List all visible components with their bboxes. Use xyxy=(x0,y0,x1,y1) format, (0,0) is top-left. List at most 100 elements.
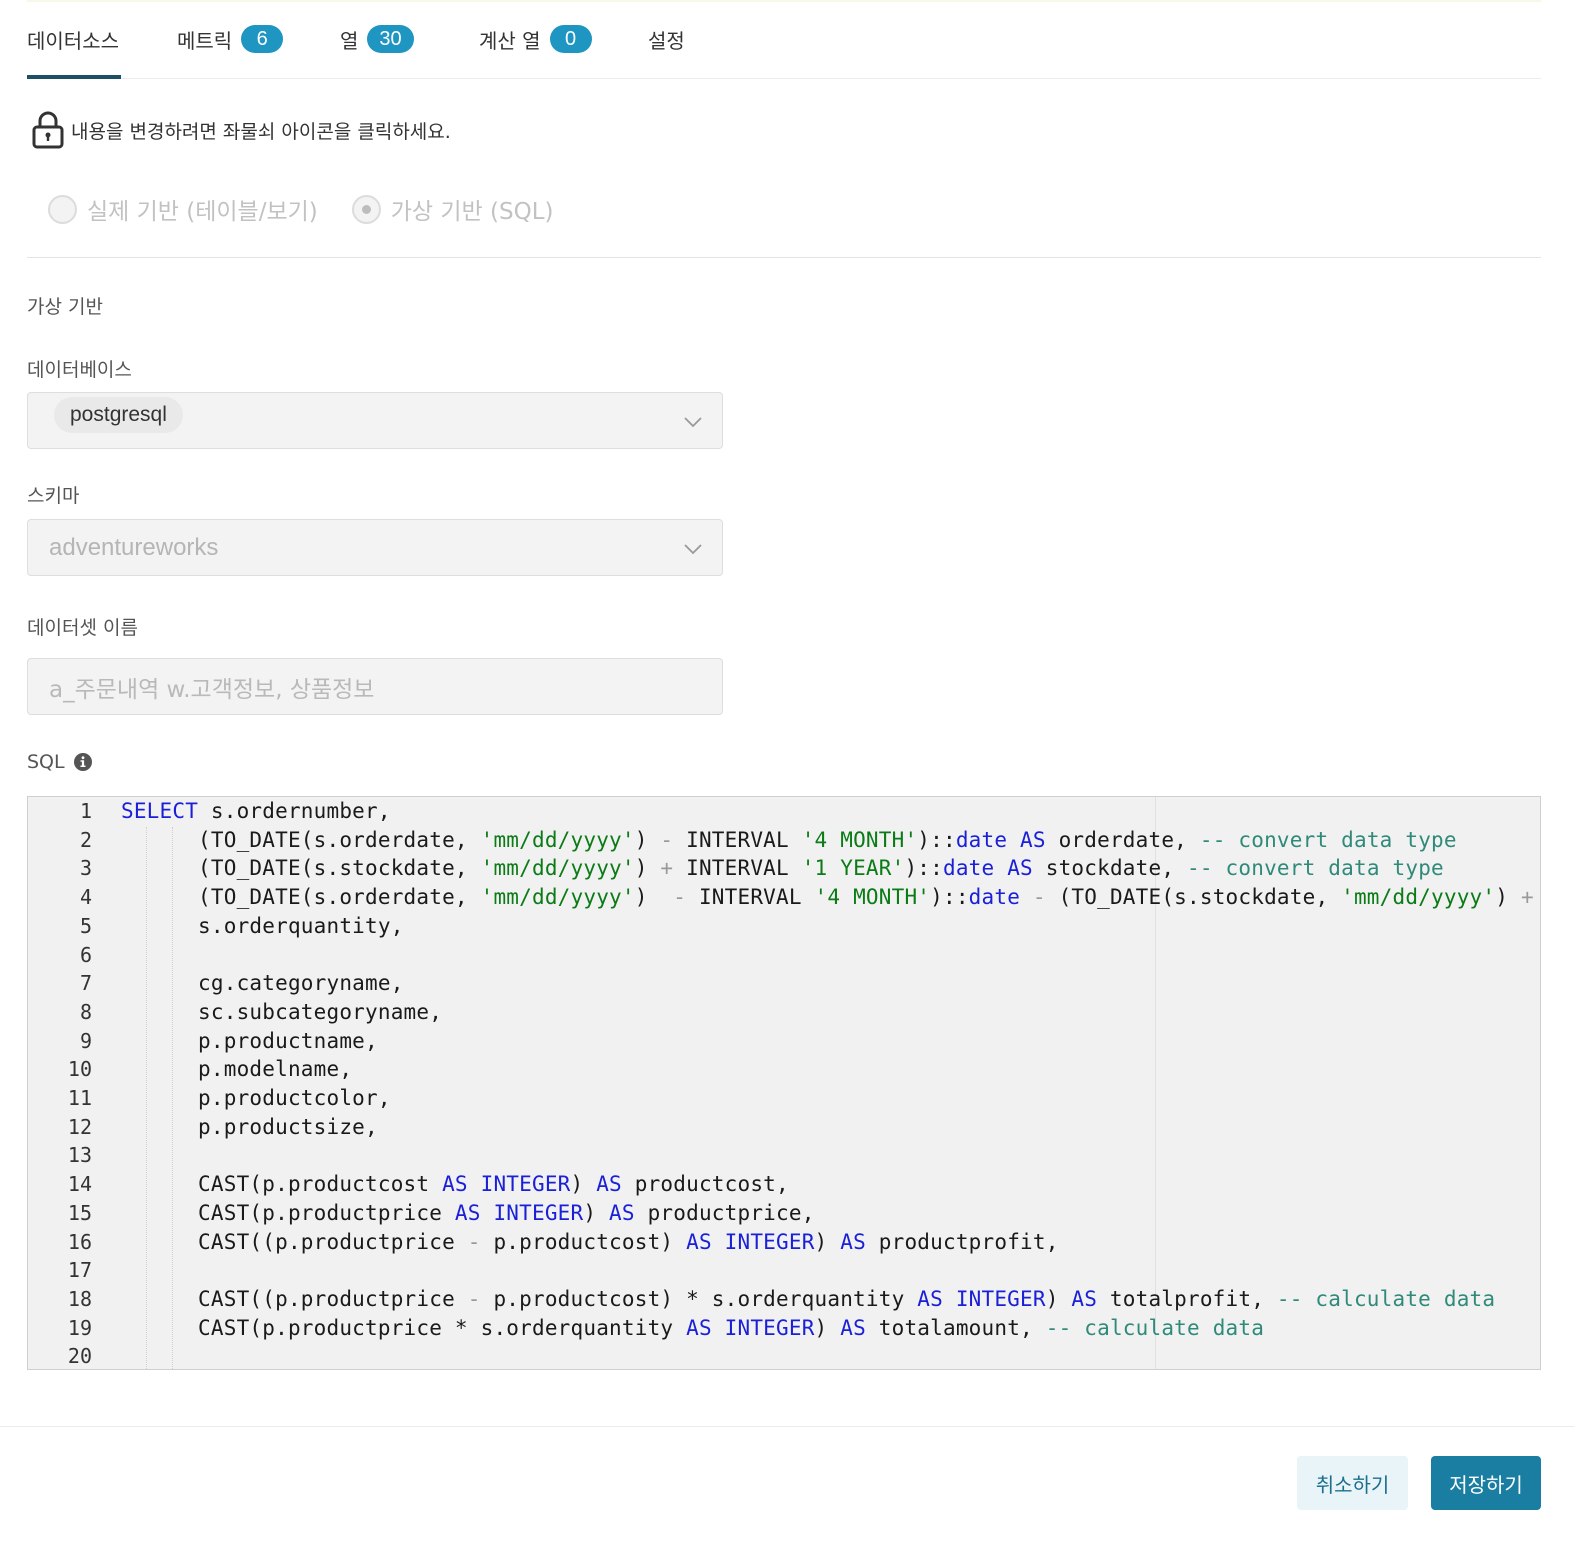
code-token: AS xyxy=(1007,856,1033,881)
code-token: productprofit, xyxy=(865,1229,1059,1254)
code-token: AS xyxy=(840,1315,866,1340)
cancel-button[interactable]: 취소하기 xyxy=(1297,1456,1408,1510)
tab-settings[interactable]: 설정 xyxy=(648,24,685,54)
code-token: -- convert data type xyxy=(1199,827,1457,852)
code-token: ):: xyxy=(917,827,956,852)
code-token: CAST(p.productprice * s.orderquantity xyxy=(121,1315,687,1340)
count-badge: 30 xyxy=(367,25,414,53)
code-token: ) xyxy=(634,885,674,910)
code-token: CAST(p.productcost xyxy=(121,1172,443,1197)
code-token: INTERVAL xyxy=(686,885,815,910)
code-token: productprice, xyxy=(634,1200,815,1225)
code-token: cg.categoryname, xyxy=(121,971,404,996)
code-line: p.productcolor, xyxy=(121,1086,391,1110)
tab-bar: 데이터소스 메트릭 6 열 30 계산 열 0 설정 xyxy=(27,0,1541,79)
code-token: CAST((p.productprice xyxy=(121,1229,468,1254)
code-token: AS xyxy=(1071,1286,1098,1311)
tab-metrics[interactable]: 메트릭 6 xyxy=(177,24,284,54)
code-token: - xyxy=(1032,885,1046,910)
code-line: SELECT s.ordernumber, xyxy=(121,799,391,823)
code-token: + xyxy=(1520,885,1534,910)
code-token: INTERVAL xyxy=(673,856,802,881)
code-token: (TO_DATE(s.stockdate, xyxy=(1045,885,1342,910)
code-token: ) xyxy=(1045,1286,1072,1311)
code-token: 'mm/dd/yyyy' xyxy=(480,885,635,910)
code-token: ) xyxy=(1495,885,1521,910)
dataset-name-label: 데이터셋 이름 xyxy=(27,617,138,639)
info-icon[interactable] xyxy=(73,753,92,771)
code-token: ) xyxy=(814,1315,841,1340)
radio-label: 가상 기반 (SQL) xyxy=(390,199,554,225)
code-line: cg.categoryname, xyxy=(121,971,404,995)
code-token: -- calculate data xyxy=(1045,1315,1265,1340)
code-token: date xyxy=(955,827,1008,852)
lock-notice: 내용을 변경하려면 좌물쇠 아이콘을 클릭하세요. xyxy=(31,110,451,150)
code-token: INTEGER xyxy=(493,1200,584,1225)
code-token: ) xyxy=(634,856,661,881)
save-button[interactable]: 저장하기 xyxy=(1431,1456,1541,1510)
code-token: stockdate, xyxy=(1032,856,1188,881)
code-line: p.productname, xyxy=(121,1029,378,1053)
code-token: ) xyxy=(570,1172,597,1197)
tab-datasource[interactable]: 데이터소스 xyxy=(27,24,121,79)
code-token: p.productsize, xyxy=(121,1114,378,1139)
code-token: -- calculate data xyxy=(1276,1286,1496,1311)
radio-circle xyxy=(351,194,381,224)
code-token: AS xyxy=(686,1229,712,1254)
sql-editor[interactable]: 1 2 3 4 5 6 7 8 9 10 11 12 13 14 15 16 17 18 19 20 SELECT s… xyxy=(27,796,1541,1370)
schema-value: adventureworks xyxy=(49,534,219,561)
sql-code: SELECT s.ordernumber, (TO_DATE(s.orderda… xyxy=(28,797,1540,1369)
count-badge: 0 xyxy=(549,25,592,53)
code-token: 'mm/dd/yyyy' xyxy=(480,856,635,881)
code-token: - xyxy=(467,1286,481,1311)
code-token: AS xyxy=(1020,827,1046,852)
sql-label-text: SQL xyxy=(27,751,65,773)
database-select[interactable]: postgresql xyxy=(27,392,723,449)
schema-select[interactable]: adventureworks xyxy=(27,519,723,576)
code-token: s.ordernumber, xyxy=(198,799,391,823)
code-token: AS xyxy=(917,1286,943,1311)
code-token: - xyxy=(467,1229,481,1254)
source-type-radio-group: 실제 기반 (테이블/보기) 가상 기반 (SQL) xyxy=(48,192,588,226)
radio-virtual-source[interactable]: 가상 기반 (SQL) xyxy=(351,192,554,226)
code-token: '4 MONTH' xyxy=(801,827,918,852)
lock-icon[interactable] xyxy=(31,110,65,150)
radio-physical-source[interactable]: 실제 기반 (테이블/보기) xyxy=(48,192,318,226)
dataset-name-field[interactable]: a_주문내역 w.고객정보, 상품정보 xyxy=(27,658,723,715)
database-value-chip: postgresql xyxy=(54,397,183,433)
code-line: p.modelname, xyxy=(121,1057,352,1081)
code-token: CAST(p.productprice xyxy=(121,1200,455,1225)
code-token: ):: xyxy=(930,885,969,910)
chevron-down-icon xyxy=(684,417,702,428)
code-token: -- convert data type xyxy=(1187,856,1444,881)
radio-label: 실제 기반 (테이블/보기) xyxy=(87,199,318,225)
code-token: AS xyxy=(609,1200,635,1225)
code-line: CAST(p.productprice * s.orderquantity AS… xyxy=(121,1316,1264,1340)
code-token: - xyxy=(673,885,687,910)
code-token: SELECT xyxy=(121,799,199,823)
code-token: AS xyxy=(454,1200,481,1225)
database-label: 데이터베이스 xyxy=(27,359,132,381)
code-line: (TO_DATE(s.stockdate, 'mm/dd/yyyy') + IN… xyxy=(121,856,1444,880)
code-token: date xyxy=(942,856,995,881)
code-token: (TO_DATE(s.stockdate, xyxy=(121,856,481,881)
code-token: INTEGER xyxy=(724,1315,815,1340)
code-token: - xyxy=(660,827,674,852)
code-line: CAST((p.productprice - p.productcost) AS… xyxy=(121,1230,1059,1254)
code-token: AS xyxy=(686,1315,712,1340)
code-token: '1 YEAR' xyxy=(801,856,905,881)
code-token: sc.subcategoryname, xyxy=(121,999,443,1024)
tab-columns[interactable]: 열 30 xyxy=(340,24,414,54)
tab-label: 데이터소스 xyxy=(27,28,119,53)
code-token: INTEGER xyxy=(480,1172,571,1197)
code-token: p.productcost) xyxy=(480,1229,687,1254)
code-line: (TO_DATE(s.orderdate, 'mm/dd/yyyy') - IN… xyxy=(121,828,1457,852)
tab-calculated-columns[interactable]: 계산 열 0 xyxy=(479,24,592,54)
